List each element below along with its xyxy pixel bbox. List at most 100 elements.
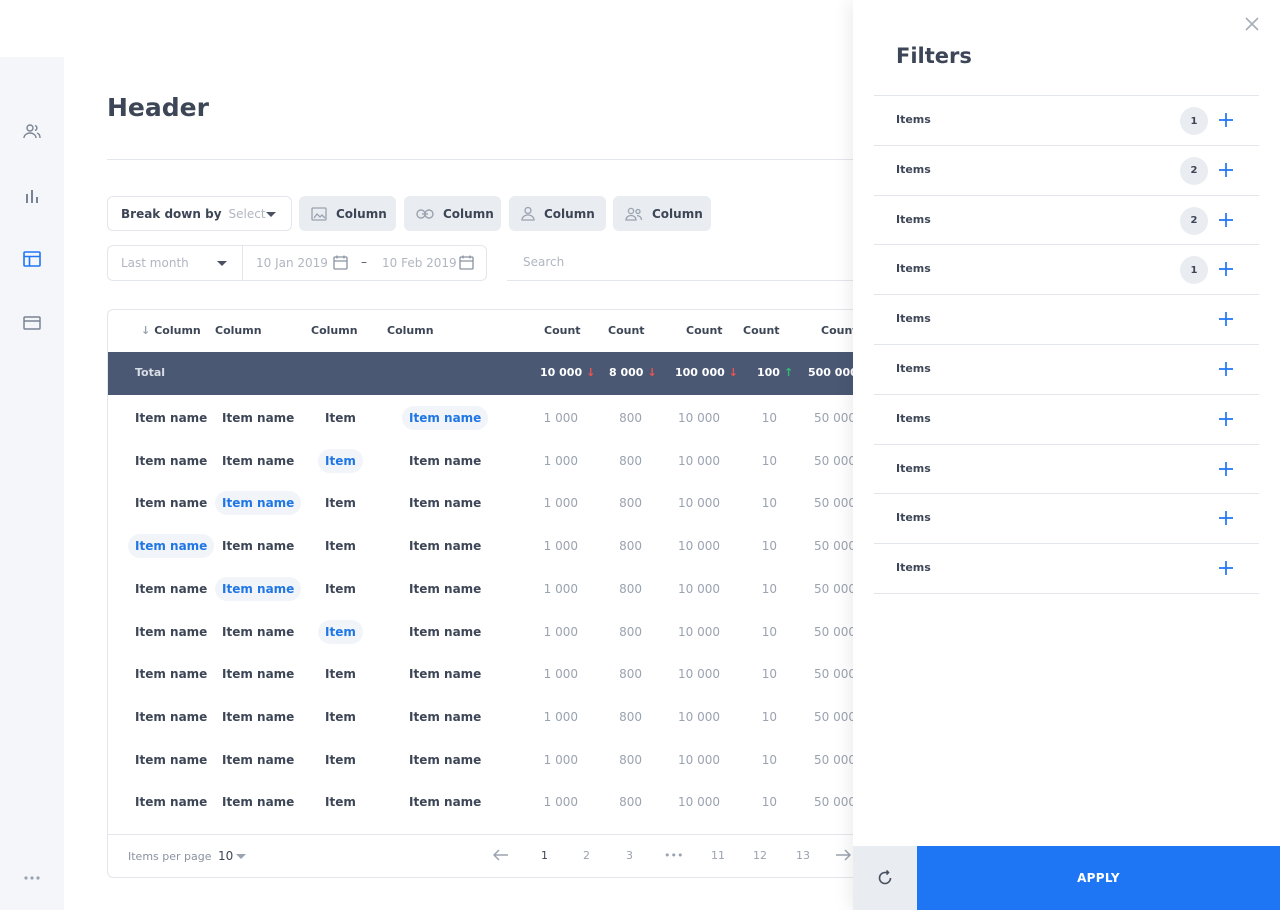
filter-item[interactable]: Items 2	[874, 144, 1259, 195]
apply-button[interactable]: APPLY	[917, 846, 1280, 910]
plus-icon[interactable]	[1218, 560, 1234, 576]
column-header[interactable]: Column	[215, 324, 262, 337]
column-header[interactable]: Count	[686, 324, 723, 337]
filter-item[interactable]: Items	[874, 344, 1259, 394]
plus-icon[interactable]	[1218, 261, 1234, 277]
column-header[interactable]: Count	[544, 324, 581, 337]
cell-link[interactable]: Item name	[402, 406, 489, 430]
date-to-input[interactable]: 10 Feb 2019	[382, 256, 457, 270]
breakdown-value: Select	[228, 206, 266, 221]
pagination-ellipsis[interactable]: •••	[664, 849, 683, 862]
cell-link[interactable]: Item name	[128, 534, 215, 559]
plus-icon[interactable]	[1218, 212, 1234, 228]
reset-button[interactable]	[853, 846, 917, 910]
table-row[interactable]: Item name Item name Item Item name 1 000 800 1…	[108, 698, 866, 741]
sidebar-item-users[interactable]	[20, 119, 44, 143]
table-cell-count: 1 000	[543, 752, 578, 767]
pagination-page[interactable]: 3	[626, 849, 633, 862]
pagination-page[interactable]: 11	[711, 849, 725, 862]
table-row[interactable]: Item name Item name Item Item name 1 000 800 1…	[108, 613, 866, 656]
table-cell: Item	[325, 539, 356, 554]
chevron-down-icon	[236, 854, 246, 859]
column-header[interactable]: Column	[387, 324, 434, 337]
table-cell-count: 10	[761, 709, 777, 724]
table-row[interactable]: Item name Item name Item Item name 1 000 800 1…	[108, 399, 866, 442]
filter-item[interactable]: Items	[874, 393, 1259, 444]
calendar-icon[interactable]	[333, 255, 348, 270]
sidebar-item-table[interactable]	[20, 247, 44, 271]
table-row[interactable]: Item name Item name Item Item name 1 000 800 1…	[108, 741, 866, 784]
image-icon	[311, 206, 327, 221]
plus-icon[interactable]	[1218, 510, 1234, 526]
table-cell-count: 10	[761, 752, 777, 767]
plus-icon[interactable]	[1218, 311, 1234, 327]
column-chip-image[interactable]: Column	[299, 196, 396, 231]
table-row[interactable]: Item name Item name Item Item name 1 000 800 1…	[108, 655, 866, 698]
filter-item[interactable]: Items 2	[874, 194, 1259, 245]
table-cell-count: 10	[761, 411, 777, 425]
pagination-page[interactable]: 12	[753, 849, 767, 862]
table-cell-count: 50 000	[814, 411, 856, 425]
table-row[interactable]: Item name Item name Item Item name 1 000 800 1…	[108, 570, 866, 613]
sidebar	[0, 57, 64, 910]
sidebar-item-billing[interactable]	[20, 311, 44, 335]
items-per-page-label: Items per page	[128, 850, 212, 863]
arrow-left-icon[interactable]	[493, 849, 509, 861]
cell-link[interactable]: Item	[318, 619, 363, 644]
plus-icon[interactable]	[1218, 361, 1234, 377]
table-cell: Item name	[222, 667, 295, 682]
filter-item[interactable]: Items	[874, 493, 1259, 543]
table-row[interactable]: Item name Item name Item Item name 1 000 800 1…	[108, 527, 866, 570]
items-per-page-select[interactable]: 10	[218, 849, 233, 863]
column-header[interactable]: Count	[608, 324, 645, 337]
table-cell-count: 10 000	[678, 496, 720, 511]
pagination-page[interactable]: 13	[796, 849, 810, 862]
table-row[interactable]: Item name Item name Item Item name 1 000 800 1…	[108, 484, 866, 527]
pagination-page[interactable]: 1	[541, 849, 548, 862]
plus-icon[interactable]	[1218, 461, 1234, 477]
cell-link[interactable]: Item name	[215, 491, 302, 516]
arrow-right-icon[interactable]	[835, 849, 851, 861]
refresh-icon	[878, 870, 892, 885]
plus-icon[interactable]	[1218, 162, 1234, 178]
column-chip-users[interactable]: Column	[613, 196, 711, 231]
table-cell: Item name	[409, 581, 482, 596]
date-from-input[interactable]: 10 Jan 2019	[256, 256, 328, 270]
table-row[interactable]: Item name Item name Item Item name 1 000 800 1…	[108, 783, 866, 826]
table-cell: Item name	[135, 752, 208, 767]
table-cell: Item name	[135, 795, 208, 810]
calendar-icon[interactable]	[459, 255, 474, 270]
column-header[interactable]: Count	[743, 324, 780, 337]
search-input[interactable]: Search	[507, 245, 867, 281]
column-header-sortable[interactable]: ↓ Column	[141, 324, 201, 337]
table-cell: Item name	[409, 752, 482, 767]
filter-label: Items	[896, 162, 931, 176]
filter-item[interactable]: Items	[874, 294, 1259, 344]
table-cell-count: 10	[761, 453, 777, 468]
close-icon[interactable]	[1245, 17, 1259, 31]
pagination-page[interactable]: 2	[583, 849, 590, 862]
sidebar-more[interactable]	[20, 866, 44, 890]
filter-item[interactable]: Items	[874, 443, 1259, 494]
breakdown-select[interactable]: Break down by Select	[107, 196, 292, 231]
column-chip-link[interactable]: Column	[404, 196, 501, 231]
table-row[interactable]: Item name Item name Item Item name 1 000 800 1…	[108, 442, 866, 485]
cell-link[interactable]: Item name	[215, 576, 302, 601]
sidebar-item-stats[interactable]	[20, 184, 44, 208]
more-icon	[24, 876, 40, 880]
filter-item[interactable]: Items 1	[874, 244, 1259, 294]
filter-count-badge: 1	[1180, 107, 1208, 135]
column-chip-user[interactable]: Column	[509, 196, 606, 231]
filter-label: Items	[896, 113, 931, 126]
filter-item[interactable]: Items	[874, 543, 1259, 593]
plus-icon[interactable]	[1218, 411, 1234, 427]
column-header[interactable]: Column	[311, 324, 358, 337]
table-cell-count: 800	[619, 709, 642, 724]
filter-item[interactable]: Items 1	[874, 95, 1259, 145]
table-cell-count: 50 000	[814, 795, 856, 810]
plus-icon[interactable]	[1218, 112, 1234, 128]
period-select[interactable]: Last month	[121, 256, 189, 270]
table-cell-count: 10	[761, 581, 777, 596]
cell-link[interactable]: Item	[318, 448, 363, 473]
credit-card-icon	[23, 316, 41, 330]
